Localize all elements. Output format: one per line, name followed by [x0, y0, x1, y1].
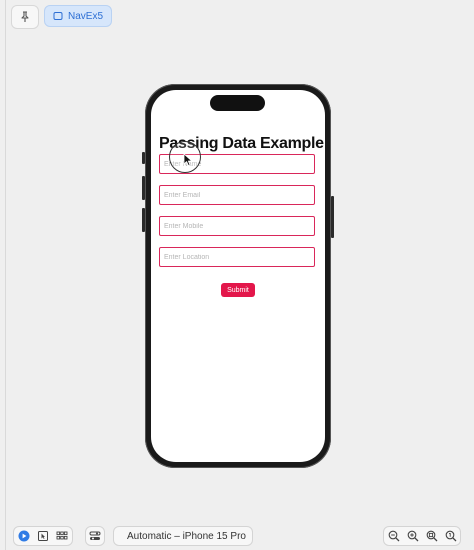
device-preview: Passing Data Example Submit	[142, 84, 334, 468]
zoom-in-button[interactable]	[404, 527, 422, 545]
device-settings-button[interactable]	[85, 526, 105, 546]
zoom-actual-size-button[interactable]	[442, 527, 460, 545]
zoom-in-icon	[407, 530, 418, 542]
pin-preview-button[interactable]	[11, 5, 39, 29]
variants-button[interactable]	[53, 527, 71, 545]
preview-mode-group	[13, 526, 73, 546]
canvas-divider	[5, 0, 6, 550]
zoom-actual-icon	[445, 530, 456, 542]
live-mode-button[interactable]	[15, 527, 33, 545]
tab-label: NavEx5	[68, 10, 104, 22]
volume-down-button	[142, 208, 145, 232]
dynamic-island	[210, 95, 265, 111]
device-picker-label: Automatic – iPhone 15 Pro	[127, 530, 246, 542]
zoom-fit-icon	[426, 530, 437, 542]
power-button	[331, 196, 334, 238]
zoom-controls	[383, 526, 461, 546]
zoom-out-icon	[388, 530, 399, 542]
grid-icon	[56, 531, 68, 540]
zoom-to-fit-button[interactable]	[423, 527, 441, 545]
device-frame-icon	[53, 12, 63, 20]
cursor-icon	[183, 153, 193, 166]
pin-icon	[21, 11, 29, 22]
device-picker[interactable]: Automatic – iPhone 15 Pro	[113, 526, 253, 546]
select-icon	[37, 531, 48, 541]
preview-tab[interactable]: NavEx5	[44, 5, 113, 27]
submit-button[interactable]: Submit	[221, 283, 255, 297]
mobile-field[interactable]	[159, 216, 315, 236]
email-field[interactable]	[159, 185, 315, 205]
settings-icon	[89, 531, 101, 540]
location-field[interactable]	[159, 247, 315, 267]
zoom-out-button[interactable]	[385, 527, 403, 545]
play-icon	[18, 530, 30, 542]
selectable-mode-button[interactable]	[34, 527, 52, 545]
volume-up-button	[142, 176, 145, 200]
action-button	[142, 152, 145, 164]
